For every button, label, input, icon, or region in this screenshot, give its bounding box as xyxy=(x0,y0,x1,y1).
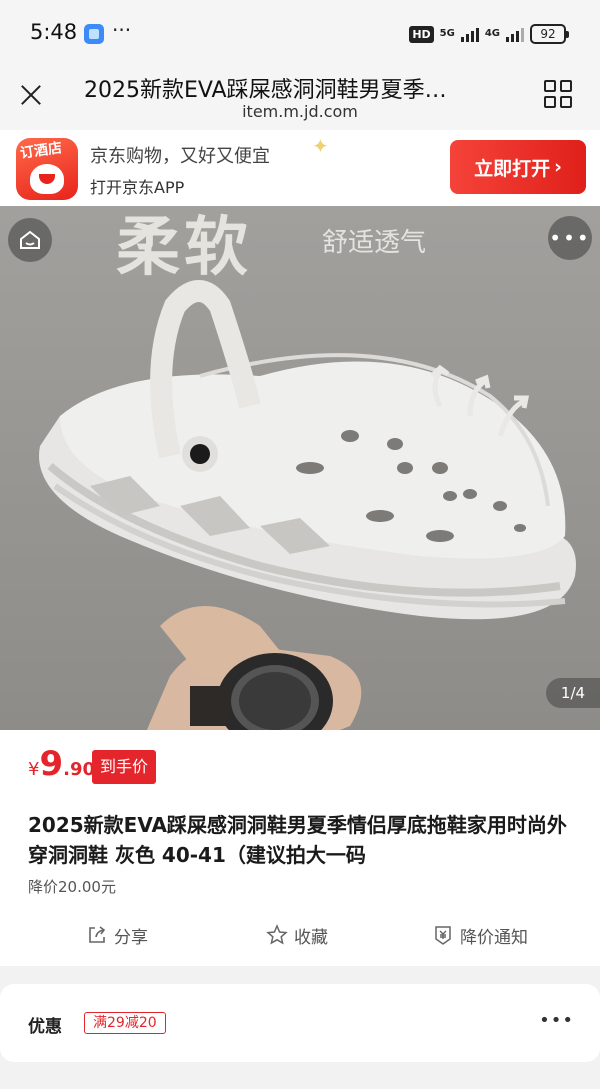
more-options-icon[interactable]: ••• xyxy=(548,216,592,260)
price-alert-icon xyxy=(435,926,451,945)
share-button[interactable]: 分享 xyxy=(86,920,148,950)
status-time: 5:48 xyxy=(30,20,78,44)
sparkle-icon: ✦ xyxy=(312,134,329,158)
final-price-badge: 到手价 xyxy=(92,750,157,784)
network-5g-label: 5G xyxy=(439,28,455,39)
network-4g-label: 4G xyxy=(484,28,500,39)
open-app-button-label: 立即打开 xyxy=(474,157,551,180)
coupon-badge[interactable]: 满29减20 xyxy=(84,1012,166,1034)
favorite-button[interactable]: 收藏 xyxy=(266,920,328,950)
promotion-label: 优惠 xyxy=(28,1017,62,1037)
price: ¥ 9 .90 xyxy=(28,744,95,784)
price-decimal: .90 xyxy=(63,759,96,780)
price-alert-label: 降价通知 xyxy=(460,927,528,948)
star-icon xyxy=(266,924,288,945)
notification-app-icon xyxy=(84,24,104,44)
browser-title-bar: 2025新款EVA踩屎感洞洞鞋男夏季… item.m.jd.com xyxy=(0,66,600,130)
joy-dog-icon xyxy=(30,164,64,194)
banner-open-app-text: 打开京东APP xyxy=(90,178,185,197)
more-dots-icon[interactable]: ••• xyxy=(539,1010,574,1031)
status-bar: 5:48 ··· HD 5G 4G 92 xyxy=(0,0,600,66)
share-icon xyxy=(89,926,106,943)
open-app-button[interactable]: 立即打开 › xyxy=(450,140,586,194)
battery-icon: 92 xyxy=(530,24,569,44)
image-counter: 1/4 xyxy=(546,678,600,708)
price-currency: ¥ xyxy=(28,759,40,780)
page-title: 2025新款EVA踩屎感洞洞鞋男夏季… xyxy=(84,78,447,103)
banner-slogan: 京东购物，又好又便宜 xyxy=(90,146,270,167)
share-label: 分享 xyxy=(114,927,148,948)
signal-5g-icon xyxy=(460,26,479,42)
apps-grid-icon[interactable] xyxy=(544,80,572,108)
promotion-card[interactable]: 优惠 满29减20 ••• xyxy=(0,984,600,1062)
signal-4g-icon xyxy=(506,26,524,42)
chevron-right-icon: › xyxy=(554,156,562,178)
action-bar: 分享 收藏 降价通知 xyxy=(0,920,600,950)
jd-app-banner: 订酒店 京东购物，又好又便宜 ✦ 打开京东APP 立即打开 › xyxy=(0,130,600,206)
product-image-carousel[interactable]: 柔软 舒适透气 ••• 1/4 xyxy=(0,206,600,730)
price-drop-text: 降价20.00元 xyxy=(28,878,116,896)
home-icon[interactable] xyxy=(8,218,52,262)
product-title: 2025新款EVA踩屎感洞洞鞋男夏季情侣厚底拖鞋家用时尚外穿洞洞鞋 灰色 40-… xyxy=(28,813,567,867)
hd-voice-icon: HD xyxy=(409,25,434,43)
price-integer: 9 xyxy=(39,744,64,784)
favorite-label: 收藏 xyxy=(294,927,328,948)
product-info-card: ¥ 9 .90 到手价 2025新款EVA踩屎感洞洞鞋男夏季情侣厚底拖鞋家用时尚… xyxy=(0,730,600,966)
status-indicators: HD 5G 4G 92 xyxy=(409,22,569,46)
more-notifications-icon: ··· xyxy=(112,18,132,42)
price-alert-button[interactable]: 降价通知 xyxy=(432,920,528,950)
page-url: item.m.jd.com xyxy=(242,102,358,121)
clog-shoe-illustration xyxy=(39,280,576,730)
logo-text: 订酒店 xyxy=(19,140,64,162)
jd-app-logo: 订酒店 xyxy=(16,138,78,200)
